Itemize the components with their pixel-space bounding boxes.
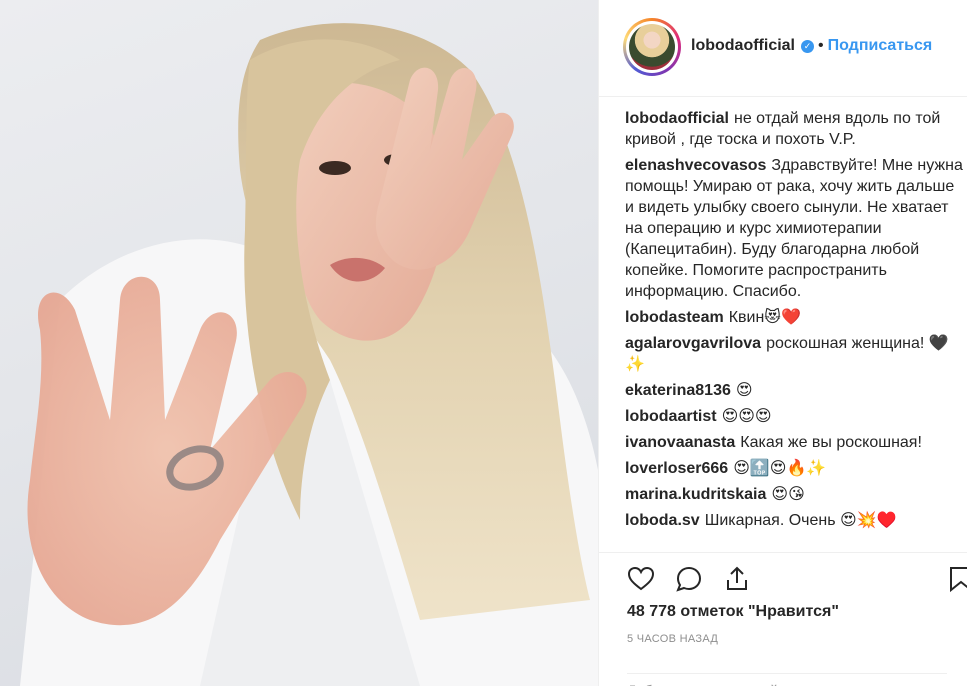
comment-item: ivanovaanasta Какая же вы роскошная! [625,432,965,453]
comment-username-link[interactable]: ivanovaanasta [625,434,735,451]
comment-text: 😍😘 [771,486,805,503]
comments-list[interactable]: lobodaofficial не отдай меня вдоль по той… [625,108,965,548]
avatar[interactable] [623,18,681,76]
comment-username-link[interactable]: ekaterina8136 [625,382,731,399]
comment-icon[interactable] [675,565,703,593]
likes-count[interactable]: 48 778 отметок "Нравится" [627,603,839,621]
avatar-frame [626,21,678,73]
comment-username-link[interactable]: marina.kudritskaia [625,486,766,503]
comment-text: Шикарная. Очень 😍💥♥️ [704,512,897,529]
comment-username-link[interactable]: lobodasteam [625,309,724,326]
comment-item: loverloser666 😍🔝😍🔥✨ [625,458,965,479]
comment-item: lobodasteam Квин😻❤️ [625,307,965,328]
header-username-link[interactable]: lobodaofficial [691,37,795,55]
caption: lobodaofficial не отдай меня вдоль по той… [625,108,965,150]
add-comment-input[interactable]: Добавьте комментарий... [627,673,947,686]
post-actions: 48 778 отметок "Нравится" 5 ЧАСОВ НАЗАД … [599,552,967,686]
separator-dot: • [818,37,824,54]
comment-username-link[interactable]: agalarovgavrilova [625,335,761,352]
comment-item: ekaterina8136 😍 [625,380,965,401]
comment-username-link[interactable]: elenashvecovasos [625,157,766,174]
comment-text: Здравствуйте! Мне нужна помощь! Умираю о… [625,157,963,300]
comment-text: 😍 [735,382,753,399]
heart-icon[interactable] [627,565,655,593]
comment-text: 😍😍😍 [721,408,772,425]
caption-username-link[interactable]: lobodaofficial [625,110,729,127]
verified-badge-icon: ✓ [801,39,814,53]
post-sidebar: lobodaofficial ✓ • Подписаться lobodaoff… [598,0,967,686]
comment-text: Квин😻❤️ [728,309,801,326]
comment-item: agalarovgavrilova роскошная женщина! 🖤✨ [625,333,965,375]
photo-illustration [20,23,598,686]
comment-username-link[interactable]: loboda.sv [625,512,700,529]
post-timestamp[interactable]: 5 ЧАСОВ НАЗАД [627,633,718,645]
share-icon[interactable] [723,565,751,593]
comment-username-link[interactable]: lobodaartist [625,408,717,425]
comment-item: elenashvecovasos Здравствуйте! Мне нужна … [625,155,965,302]
comment-username-link[interactable]: loverloser666 [625,460,728,477]
comment-item: lobodaartist 😍😍😍 [625,406,965,427]
bookmark-icon[interactable] [947,565,967,593]
avatar-image [629,24,675,70]
post-photo[interactable] [0,0,598,686]
follow-button[interactable]: Подписаться [828,37,933,55]
comment-item: loboda.sv Шикарная. Очень 😍💥♥️ [625,510,965,531]
post-header: lobodaofficial ✓ • Подписаться [599,0,967,97]
comment-text: Какая же вы роскошная! [740,434,922,451]
comment-text: 😍🔝😍🔥✨ [733,460,827,477]
comment-item: marina.kudritskaia 😍😘 [625,484,965,505]
header-user-row: lobodaofficial ✓ • Подписаться [691,37,932,55]
